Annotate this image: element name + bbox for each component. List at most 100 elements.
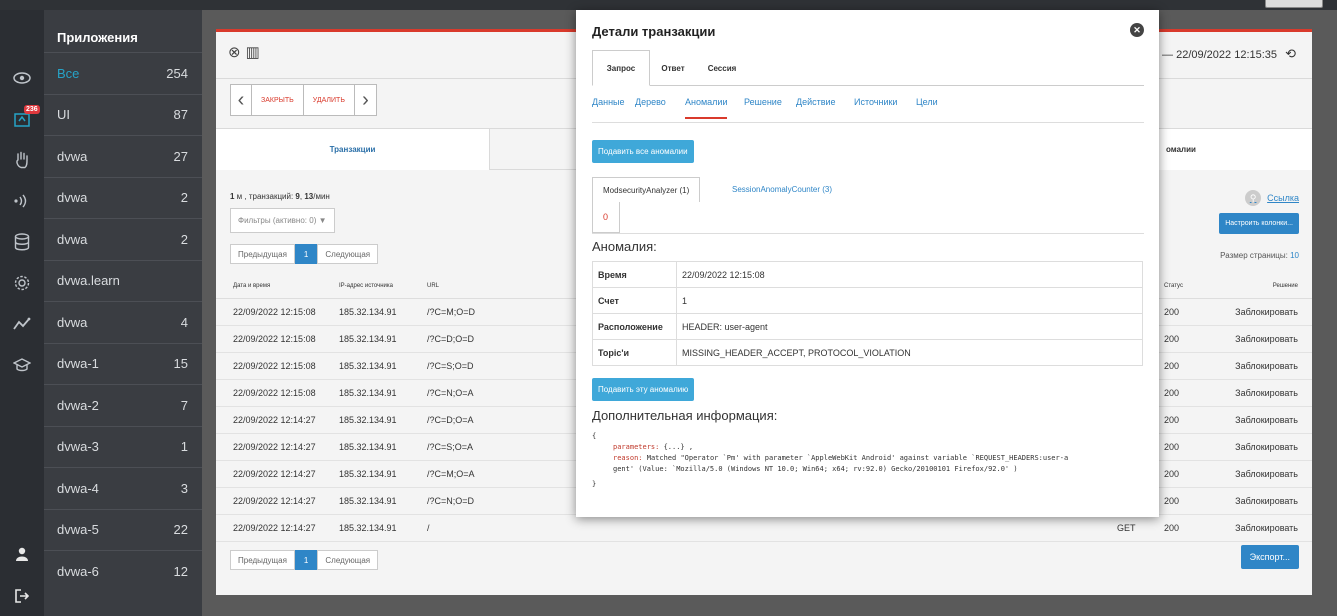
subtab-sources[interactable]: Источники (854, 97, 897, 107)
anomaly-index-tab[interactable]: 0 (592, 202, 620, 233)
extra-info-code: { parameters: {...} , reason: Matched "O… (592, 431, 1142, 490)
activity-icon[interactable] (0, 304, 44, 344)
cell-decision: Заблокировать (1208, 514, 1312, 542)
extra-info-heading: Дополнительная информация: (592, 408, 778, 423)
cell-decision: Заблокировать (1208, 298, 1312, 326)
suppress-all-anomalies-button[interactable]: Подавить все аномалии (592, 140, 694, 163)
suppress-this-anomaly-button[interactable]: Подавить эту аномалию (592, 378, 695, 401)
app-item[interactable]: dvwa 4 (44, 301, 202, 343)
anomaly-row: Topic'и MISSING_HEADER_ACCEPT, PROTOCOL_V… (592, 339, 1143, 366)
column-header-datetime[interactable]: Дата и время (216, 274, 322, 299)
cell-datetime: 22/09/2022 12:14:27 (216, 487, 322, 515)
cell-ip: 185.32.134.91 (322, 406, 410, 434)
app-item-count: 15 (173, 356, 188, 372)
code-value-reason-cont: gent' (Value: `Mozilla/5.0 (Windows NT 1… (613, 465, 1018, 473)
prev-page-button[interactable]: Предыдущая (230, 550, 295, 570)
filters-dropdown[interactable]: Фильтры (активно: 0) ▼ (230, 208, 335, 233)
page-number-button[interactable]: 1 (294, 244, 318, 264)
page-size-label: Размер страницы: (1220, 251, 1291, 260)
transaction-stats: 1 м , транзакций: 9, 13/мин (230, 192, 330, 201)
refresh-icon[interactable]: ⟲ (1285, 46, 1296, 61)
close-icon[interactable]: ✕ (1130, 23, 1144, 37)
settings-icon[interactable] (0, 263, 44, 303)
top-bar (0, 0, 1337, 10)
app-item[interactable]: dvwa-2 7 (44, 384, 202, 426)
subtab-action[interactable]: Действие (796, 97, 836, 107)
user-icon[interactable] (0, 534, 44, 574)
table-row[interactable]: 22/09/2022 12:14:27 185.32.134.91/GET 200 З… (216, 514, 1312, 542)
modal-title: Детали транзакции (592, 24, 716, 39)
anomaly-value: 22/09/2022 12:15:08 (676, 261, 1143, 288)
page-number-button[interactable]: 1 (294, 550, 318, 570)
tab-response[interactable]: Ответ (650, 50, 696, 86)
date-range: 35 — 22/09/2022 12:15:35 ⟲ (1147, 46, 1296, 62)
page-size-value[interactable]: 10 (1290, 251, 1299, 260)
anomaly-key: Время (592, 261, 677, 288)
tab-modsecurity-analyzer[interactable]: ModsecurityAnalyzer (1) (592, 177, 701, 202)
subtab-anomalies[interactable]: Аномалии (685, 97, 728, 119)
app-item[interactable]: dvwa-4 3 (44, 467, 202, 509)
eye-icon[interactable] (0, 58, 44, 98)
pager-bottom: Предыдущая 1 Следующая (230, 550, 379, 570)
app-item[interactable]: dvwa-1 15 (44, 342, 202, 385)
column-header-ip[interactable]: IP-адрес источника (322, 274, 410, 299)
logout-icon[interactable] (0, 576, 44, 616)
database-icon[interactable] (0, 222, 44, 262)
cell-datetime: 22/09/2022 12:15:08 (216, 379, 322, 407)
trash-icon[interactable]: ▥ (246, 44, 260, 61)
close-circle-icon[interactable]: ⊗ (228, 44, 241, 61)
app-item[interactable]: dvwa-5 22 (44, 508, 202, 551)
cell-status: 200 (1164, 325, 1208, 353)
delete-button[interactable]: УДАЛИТЬ (303, 84, 355, 116)
prev-arrow-button[interactable]: ‹ (230, 84, 252, 116)
next-page-button[interactable]: Следующая (317, 550, 379, 570)
close-button[interactable]: ЗАКРЫТЬ (252, 84, 304, 116)
next-arrow-button[interactable]: › (354, 84, 377, 116)
subtab-decision[interactable]: Решение (744, 97, 782, 107)
app-item[interactable]: dvwa 2 (44, 176, 202, 219)
app-item[interactable]: dvwa 2 (44, 218, 202, 260)
configure-columns-button[interactable]: Настроить колонки... (1219, 213, 1299, 234)
applications-title: Приложения (57, 30, 138, 45)
modal-subtabs: Данные Дерево Аномалии Решение Действие … (592, 97, 1144, 123)
tab-session-anomaly-counter[interactable]: SessionAnomalyCounter (3) (722, 177, 842, 202)
tab-request[interactable]: Запрос (592, 50, 650, 86)
applications-sidebar: Приложения Все 254 UI 87 dvwa 27 dvwa 2 dvwa 2 dvw… (44, 10, 202, 616)
panel-toolbar: ⊗ ▥ (228, 43, 265, 61)
code-value-parameters[interactable]: {...} , (659, 443, 694, 451)
anomaly-row: Счет 1 (592, 287, 1143, 314)
hand-icon[interactable] (0, 140, 44, 180)
next-page-button[interactable]: Следующая (317, 244, 379, 264)
wave-icon[interactable] (0, 181, 44, 221)
tab-anomalies[interactable]: омалии (1152, 129, 1312, 170)
cell-status: 200 (1164, 352, 1208, 380)
app-item[interactable]: dvwa.learn (44, 259, 202, 302)
export-button[interactable]: Экспорт... (1240, 545, 1299, 569)
top-right-button[interactable] (1265, 0, 1323, 8)
subtab-targets[interactable]: Цели (916, 97, 938, 107)
app-item[interactable]: dvwa-6 12 (44, 550, 202, 592)
tab-transactions[interactable]: Транзакции (216, 129, 490, 170)
code-value-reason: Matched "Operator `Pm' with parameter `A… (642, 454, 1069, 462)
tab-session[interactable]: Сессия (696, 50, 748, 86)
app-item-count: 27 (173, 148, 188, 164)
graduation-icon[interactable] (0, 345, 44, 385)
prev-page-button[interactable]: Предыдущая (230, 244, 295, 264)
subtab-tree[interactable]: Дерево (635, 97, 666, 107)
stats-unit: /мин (313, 192, 330, 201)
stats-label: м , транзакций: (234, 192, 296, 201)
cell-decision: Заблокировать (1208, 325, 1312, 353)
navigation-row: ‹ ЗАКРЫТЬ УДАЛИТЬ › (230, 84, 377, 116)
app-item[interactable]: dvwa-3 1 (44, 425, 202, 468)
app-item-label: dvwa (57, 148, 88, 164)
subtab-data[interactable]: Данные (592, 97, 625, 107)
cell-status: 200 (1164, 379, 1208, 407)
link-reference[interactable]: ⚲ Ссылка (1245, 190, 1299, 206)
app-item[interactable]: Все 254 (44, 52, 202, 94)
alert-icon[interactable]: 236 (0, 99, 44, 139)
column-header-status[interactable]: Статус (1164, 274, 1208, 299)
app-item[interactable]: UI 87 (44, 93, 202, 136)
app-item[interactable]: dvwa 27 (44, 135, 202, 177)
cell-ip: 185.32.134.91 (322, 460, 410, 488)
column-header-decision[interactable]: Решение (1208, 274, 1312, 299)
